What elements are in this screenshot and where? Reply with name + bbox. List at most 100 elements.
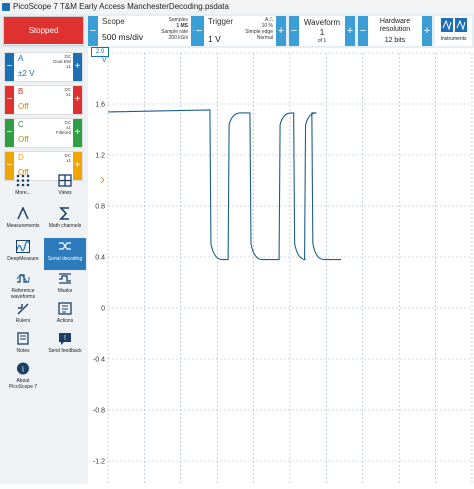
trigger-decrease-button[interactable]: −: [194, 16, 204, 46]
actions-icon: [58, 302, 72, 315]
deepmeasure-button[interactable]: DeepMeasure: [2, 238, 44, 270]
measurements-label: Measurements: [6, 223, 40, 229]
serial-decoding-button[interactable]: Serial decoding: [44, 238, 86, 270]
send-feedback-button[interactable]: ! Send feedback: [44, 330, 86, 362]
reference-waveforms-button[interactable]: Reference waveforms: [2, 270, 44, 302]
about-button[interactable]: i About PicoScope 7: [2, 360, 44, 400]
channel-info: DC x1: [64, 153, 72, 163]
oscilloscope-plot[interactable]: 1.6 1.2 0.8 0.4 0 -0.4 -0.8 -1.2: [88, 48, 474, 484]
trigger-marker-icon: [100, 176, 105, 184]
waveform-panel[interactable]: Waveform 1 of 1: [299, 16, 345, 46]
math-channels-button[interactable]: Math channels: [44, 205, 86, 237]
channel-increase-button[interactable]: +: [73, 119, 82, 147]
deepmeasure-label: DeepMeasure: [7, 256, 39, 262]
channel-name: B: [18, 87, 24, 96]
axis-unit-label: V: [102, 57, 107, 64]
trigger-details: A ⎍ 10 % Simple edge Normal: [245, 17, 273, 41]
trigger-panel[interactable]: Trigger 1 V A ⎍ 10 % Simple edge Normal: [204, 16, 276, 46]
channel-card-b[interactable]: − B Off DC x1 +: [4, 85, 83, 115]
instruments-label: Instruments: [440, 36, 467, 42]
resolution-title: Hardware resolution: [379, 18, 411, 33]
views-grid-icon: [58, 174, 72, 187]
channel-range: ±2 V: [18, 69, 35, 78]
channel-info: DC x1: [64, 87, 72, 97]
deepmeasure-icon: [16, 240, 30, 253]
y-tick-label: 1.6: [95, 102, 105, 109]
notes-icon: [17, 332, 29, 345]
channel-decrease-button[interactable]: −: [5, 119, 14, 147]
y-tick-label: 0.4: [95, 255, 105, 262]
channel-name: D: [18, 153, 24, 162]
serial-decoding-label: Serial decoding: [47, 256, 83, 262]
masks-button[interactable]: Masks: [44, 270, 86, 302]
mask-icon: [59, 273, 71, 284]
masks-label: Masks: [57, 288, 73, 294]
rulers-label: Rulers: [15, 318, 31, 324]
trigger-level-value: 1 V: [208, 34, 221, 44]
channel-range: Off: [18, 135, 29, 144]
math-channels-label: Math channels: [48, 223, 82, 229]
send-feedback-label: Send feedback: [48, 348, 82, 354]
y-axis-ticks: 1.6 1.2 0.8 0.4 0 -0.4 -0.8 -1.2: [93, 102, 105, 466]
feedback-icon: !: [59, 333, 71, 345]
timebase-value: 500 ms/div: [102, 32, 144, 42]
axis-top-badge[interactable]: 2.0: [91, 47, 109, 57]
app-logo-icon: [2, 3, 10, 11]
scope-title: Scope: [102, 17, 125, 26]
instruments-icon: [441, 18, 467, 32]
about-label: About PicoScope 7: [8, 378, 38, 390]
channel-card-a[interactable]: − A ±2 V DC Dual BW x1 +: [4, 52, 83, 82]
scope-details: Samples 1 MS Sample rate 200 kS/s: [161, 17, 188, 41]
sigma-icon: [59, 207, 69, 220]
channel-increase-button[interactable]: +: [73, 86, 82, 114]
channel-decrease-button[interactable]: −: [5, 86, 14, 114]
scope-view[interactable]: 1.6 1.2 0.8 0.4 0 -0.4 -0.8 -1.2 2.0 V: [88, 47, 474, 484]
actions-label: Actions: [56, 318, 74, 324]
channel-card-c[interactable]: − C Off DC x1 Filtered +: [4, 118, 83, 148]
scope-group: − Scope 500 ms/div Samples 1 MS Sample r…: [88, 16, 201, 46]
resolution-group: − Hardware resolution 12 bits +: [358, 16, 432, 46]
run-stop-button[interactable]: Stopped: [3, 16, 84, 46]
channel-decrease-button[interactable]: −: [5, 53, 14, 81]
instruments-button[interactable]: Instruments: [435, 16, 472, 46]
resolution-increase-button[interactable]: +: [422, 16, 432, 46]
more-label: More...: [15, 190, 31, 196]
measurements-icon: [17, 207, 29, 220]
notes-label: Notes: [16, 348, 30, 354]
timebase-decrease-button[interactable]: −: [88, 16, 98, 46]
y-tick-label: 0.8: [95, 204, 105, 211]
info-icon: i: [17, 362, 29, 375]
channel-range: Off: [18, 102, 29, 111]
channel-info: DC Dual BW x1: [53, 54, 71, 69]
reference-waveforms-label: Reference waveforms: [10, 288, 36, 300]
channel-a-trace: [107, 109, 341, 261]
grid: [107, 52, 473, 484]
title-bar: PicoScope 7 T&M Early Access ManchesterD…: [0, 0, 474, 14]
channel-increase-button[interactable]: +: [73, 53, 82, 81]
resolution-decrease-button[interactable]: −: [358, 16, 368, 46]
y-tick-label: 1.2: [95, 153, 105, 160]
resolution-value: 12 bits: [384, 37, 406, 44]
y-tick-label: -1.2: [93, 459, 105, 466]
views-label: Views: [58, 190, 72, 196]
resolution-panel[interactable]: Hardware resolution 12 bits: [368, 16, 422, 46]
channel-info: DC x1 Filtered: [55, 120, 71, 135]
serial-decoding-icon: [59, 242, 71, 250]
notes-button[interactable]: Notes: [2, 330, 44, 362]
toolbar: Stopped − Scope 500 ms/div Samples 1 MS …: [0, 14, 474, 48]
scope-panel[interactable]: Scope 500 ms/div Samples 1 MS Sample rat…: [98, 16, 191, 46]
more-button[interactable]: More...: [2, 172, 44, 204]
waveform-prev-button[interactable]: −: [289, 16, 299, 46]
y-tick-label: -0.4: [93, 357, 105, 364]
actions-button[interactable]: Actions: [44, 300, 86, 332]
run-status-label: Stopped: [4, 17, 83, 44]
views-button[interactable]: Views: [44, 172, 86, 204]
measurements-button[interactable]: Measurements: [2, 205, 44, 237]
rulers-button[interactable]: Rulers: [2, 300, 44, 332]
window-title: PicoScope 7 T&M Early Access ManchesterD…: [13, 2, 229, 11]
trigger-increase-button[interactable]: +: [276, 16, 286, 46]
svg-text:!: !: [64, 335, 66, 342]
trigger-title: Trigger: [208, 17, 234, 26]
channel-name: C: [18, 120, 24, 129]
waveform-next-button[interactable]: +: [345, 16, 355, 46]
